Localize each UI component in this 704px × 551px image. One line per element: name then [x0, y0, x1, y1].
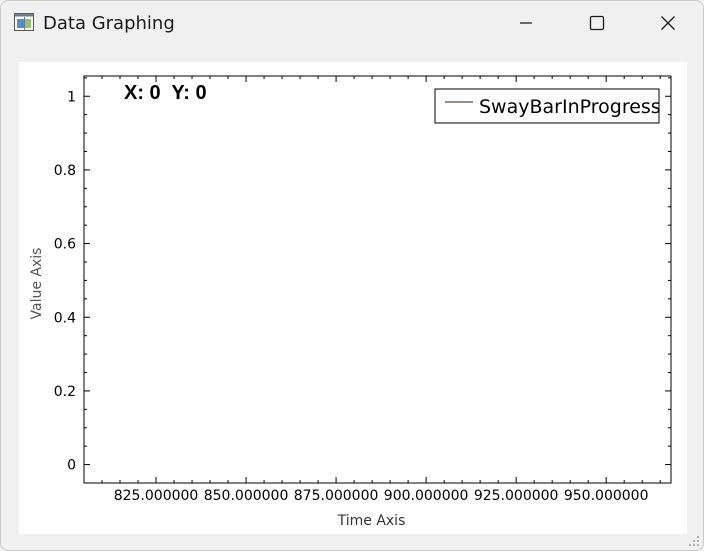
x-tick-label: 925.000000	[474, 488, 559, 504]
y-tick-label: 0	[67, 458, 76, 474]
app-chart-icon	[14, 13, 34, 31]
x-tick-label: 900.000000	[384, 488, 469, 504]
y-axis-title: Value Axis	[29, 248, 45, 320]
app-window: Data Graphing 825.000000 850.000000 875.00…	[0, 0, 704, 551]
legend-label: SwayBarInProgress	[479, 96, 661, 118]
maximize-icon	[589, 15, 605, 31]
y-tick-label: 0.4	[54, 310, 76, 326]
x-axis-title: Time Axis	[337, 513, 406, 529]
cursor-readout: X: 0 Y: 0	[124, 82, 207, 104]
x-tick-label: 825.000000	[114, 488, 199, 504]
legend: SwayBarInProgress	[434, 88, 661, 124]
minimize-icon	[520, 22, 532, 24]
x-tick-label: 875.000000	[294, 488, 379, 504]
minimize-button[interactable]	[491, 1, 561, 45]
plot-frame	[83, 75, 672, 484]
y-tick-label: 0.8	[54, 163, 76, 179]
y-tick-label: 0.6	[54, 237, 76, 253]
title-bar[interactable]: Data Graphing	[1, 1, 703, 45]
chart[interactable]: 825.000000 850.000000 875.000000 900.000000…	[19, 62, 687, 534]
close-button[interactable]	[633, 1, 703, 45]
x-tick-label: 950.000000	[564, 488, 649, 504]
resize-grip-icon[interactable]	[688, 535, 700, 547]
chart-panel: 825.000000 850.000000 875.000000 900.000000…	[19, 62, 687, 534]
x-tick-label: 850.000000	[204, 488, 289, 504]
window-title: Data Graphing	[43, 13, 175, 34]
close-icon	[661, 16, 675, 30]
maximize-button[interactable]	[562, 1, 632, 45]
y-tick-label: 1	[67, 89, 76, 105]
y-tick-label: 0.2	[54, 384, 76, 400]
